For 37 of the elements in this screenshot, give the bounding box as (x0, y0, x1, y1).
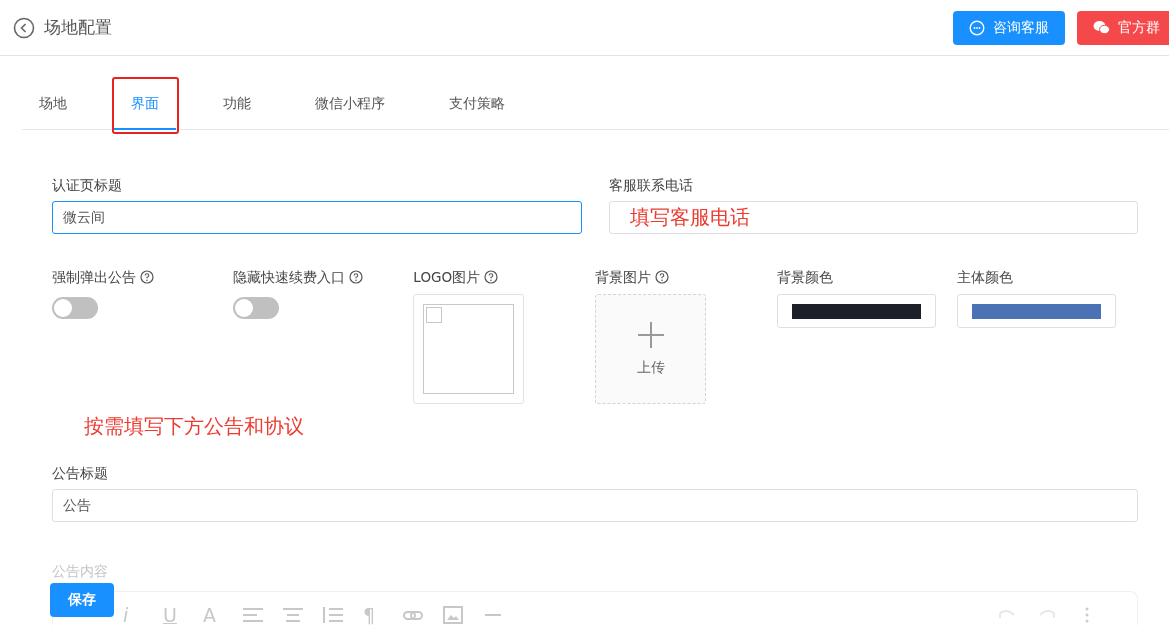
field-label: 认证页标题 (52, 176, 122, 195)
field-label: 强制弹出公告 (52, 268, 136, 287)
color-picker[interactable] (776, 294, 936, 328)
field-label: LOGO图片 (413, 268, 481, 287)
input-field[interactable]: 微云间 (52, 201, 582, 234)
field-label: 背景颜色 (776, 268, 833, 287)
tab[interactable]: 界面 (114, 80, 176, 130)
field-label: 隐藏快速续费入口 (232, 268, 345, 287)
toggle-switch[interactable] (52, 297, 98, 319)
annotation-text: 填写客服电话 (629, 204, 750, 231)
back-icon[interactable] (13, 16, 35, 39)
field-label: 公告内容 (52, 562, 108, 581)
wechat-icon (1093, 20, 1110, 35)
list-icon[interactable] (323, 606, 343, 624)
input-field[interactable]: 填写客服电话 (608, 201, 1138, 234)
tab[interactable]: 微信小程序 (298, 80, 402, 130)
field-label: 主体颜色 (957, 268, 1014, 287)
align-left-icon[interactable] (243, 606, 263, 624)
field-label: 客服联系电话 (608, 176, 693, 195)
plus-icon (636, 321, 665, 349)
input-field[interactable]: 公告 (52, 489, 1138, 522)
save-button[interactable]: 保存 (50, 583, 114, 617)
toggle-switch[interactable] (232, 297, 279, 319)
align-center-icon[interactable] (283, 606, 303, 624)
group-button[interactable]: 官方群 (1077, 10, 1169, 45)
annotation-text: 按需填写下方公告和协议 (84, 414, 304, 438)
chat-icon (969, 19, 985, 36)
field-label: 公告标题 (52, 464, 108, 483)
image-icon[interactable] (443, 606, 463, 624)
tab[interactable]: 功能 (206, 80, 268, 130)
tab[interactable]: 支付策略 (432, 80, 522, 130)
upload-box[interactable]: 上传 (595, 294, 706, 404)
consult-button[interactable]: 咨询客服 (953, 10, 1065, 45)
color-picker[interactable] (957, 294, 1117, 328)
field-label: 背景图片 (595, 268, 651, 287)
tab[interactable]: 场地 (22, 80, 84, 130)
page-title: 场地配置 (44, 16, 112, 39)
